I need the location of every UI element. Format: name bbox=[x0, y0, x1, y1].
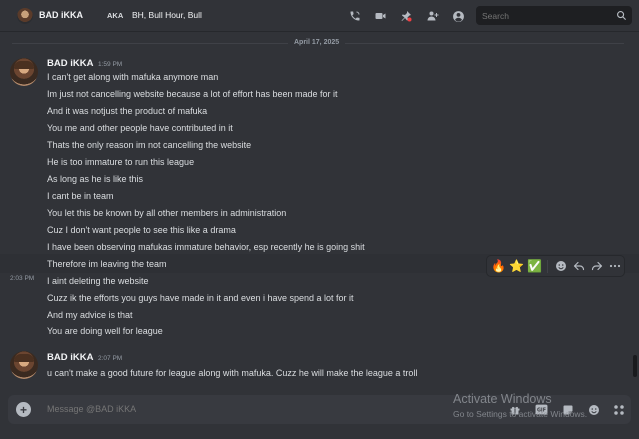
message-line: Im just not cancelling website because a… bbox=[47, 89, 338, 99]
add-reaction-icon[interactable] bbox=[553, 259, 568, 274]
message-line: Cuzz ik the efforts you guys have made i… bbox=[47, 293, 354, 303]
voice-call-icon[interactable] bbox=[348, 9, 362, 23]
message-line: Therefore im leaving the team bbox=[47, 259, 167, 269]
message-actions-bar: 🔥 ⭐ ✅ bbox=[486, 255, 625, 277]
message-line: You are doing well for league bbox=[47, 326, 163, 336]
emoji-icon[interactable] bbox=[587, 403, 600, 416]
hover-timestamp: 2:03 PM bbox=[10, 275, 35, 282]
message-line: You let this be known by all other membe… bbox=[47, 208, 287, 218]
message-line: I have been observing mafukas immature b… bbox=[47, 242, 365, 252]
message-author-avatar[interactable] bbox=[10, 58, 38, 86]
reply-icon[interactable] bbox=[571, 259, 586, 274]
search-box[interactable] bbox=[476, 6, 632, 25]
forward-icon[interactable] bbox=[589, 259, 604, 274]
message-line: And it was notjust the product of mafuka bbox=[47, 106, 208, 116]
reaction-check[interactable]: ✅ bbox=[527, 259, 542, 274]
dm-header: BAD iKKA AKA BH, Bull Hour, Bull bbox=[0, 0, 639, 32]
message-line: I can't get along with mafuka anymore ma… bbox=[47, 72, 219, 82]
message-line: u can't make a good future for league al… bbox=[47, 368, 418, 378]
pinned-messages-icon[interactable] bbox=[399, 9, 413, 23]
header-avatar[interactable] bbox=[17, 8, 33, 24]
user-profile-icon[interactable] bbox=[451, 9, 465, 23]
message-author-name[interactable]: BAD iKKA bbox=[47, 352, 93, 363]
message-line: He is too immature to run this league bbox=[47, 157, 195, 167]
actions-separator bbox=[547, 259, 548, 273]
message-author-avatar[interactable] bbox=[10, 351, 38, 379]
activate-windows-subtitle: Go to Settings to activate Windows. bbox=[453, 409, 588, 419]
message-line: Thats the only reason im not cancelling … bbox=[47, 140, 252, 150]
message-line: I cant be in team bbox=[47, 191, 114, 201]
search-icon bbox=[617, 11, 627, 21]
aka-names: BH, Bull Hour, Bull bbox=[132, 10, 202, 20]
video-call-icon[interactable] bbox=[373, 9, 387, 23]
date-divider-label: April 17, 2025 bbox=[288, 39, 346, 46]
aka-label: AKA bbox=[107, 11, 124, 20]
message-author-name[interactable]: BAD iKKA bbox=[47, 58, 93, 69]
add-friends-icon[interactable] bbox=[425, 9, 439, 23]
reaction-fire[interactable]: 🔥 bbox=[491, 259, 506, 274]
more-options-icon[interactable] bbox=[607, 259, 622, 274]
add-attachment-button[interactable]: + bbox=[16, 402, 31, 417]
search-input[interactable] bbox=[482, 10, 612, 21]
message-line: And my advice is that bbox=[47, 310, 133, 320]
message-line: As long as he is like this bbox=[47, 174, 144, 184]
message-timestamp: 2:07 PM bbox=[98, 355, 123, 362]
activate-windows-title: Activate Windows bbox=[453, 392, 552, 406]
message-timestamp: 1:59 PM bbox=[98, 61, 123, 68]
message-line: Cuz I don't want people to see this like… bbox=[47, 225, 236, 235]
message-input[interactable] bbox=[47, 404, 427, 414]
scrollbar-thumb[interactable] bbox=[633, 355, 637, 377]
reaction-star[interactable]: ⭐ bbox=[509, 259, 524, 274]
message-line: You me and other people have contributed… bbox=[47, 123, 233, 133]
apps-icon[interactable] bbox=[612, 403, 625, 416]
message-line: I aint deleting the website bbox=[47, 276, 149, 286]
header-username[interactable]: BAD iKKA bbox=[39, 10, 83, 20]
